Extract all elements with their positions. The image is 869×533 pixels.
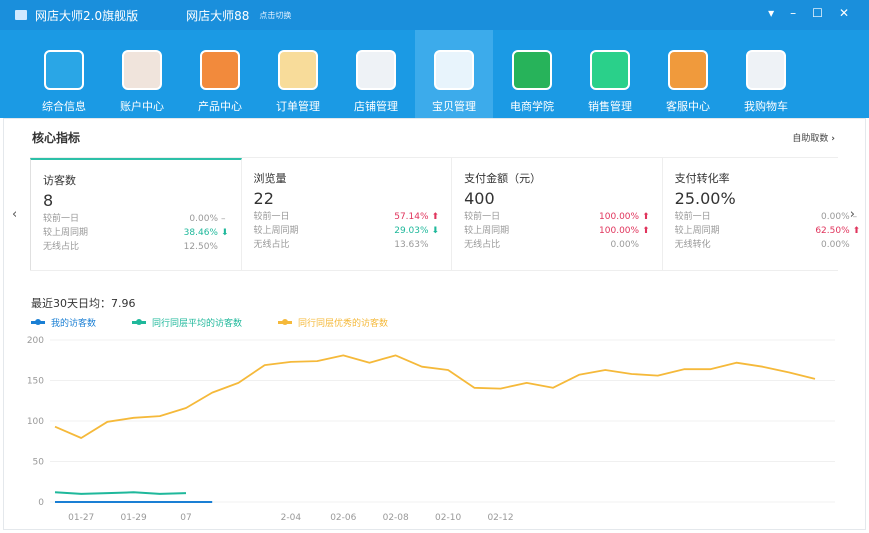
x-tick-label: 01-27	[68, 513, 94, 523]
x-tick-label: 02-12	[487, 513, 513, 523]
y-tick-label: 50	[33, 458, 45, 468]
visitor-line-chart: 0 50 100 150 200 01-27 01-29 07 2-04 02-06 02-08 02…	[27, 336, 835, 523]
x-tick-label: 02-10	[435, 513, 461, 523]
y-tick-label: 100	[27, 417, 44, 427]
y-tick-label: 0	[38, 498, 44, 508]
x-tick-label: 02-08	[383, 513, 409, 523]
y-tick-label: 200	[27, 336, 44, 346]
series-line-1	[54, 491, 187, 495]
x-tick-label: 01-29	[121, 513, 147, 523]
x-tick-label: 02-06	[330, 513, 356, 523]
series-line-2	[54, 354, 816, 439]
y-tick-label: 150	[27, 377, 44, 387]
x-tick-label: 2-04	[281, 513, 302, 523]
x-tick-label: 07	[180, 513, 191, 523]
